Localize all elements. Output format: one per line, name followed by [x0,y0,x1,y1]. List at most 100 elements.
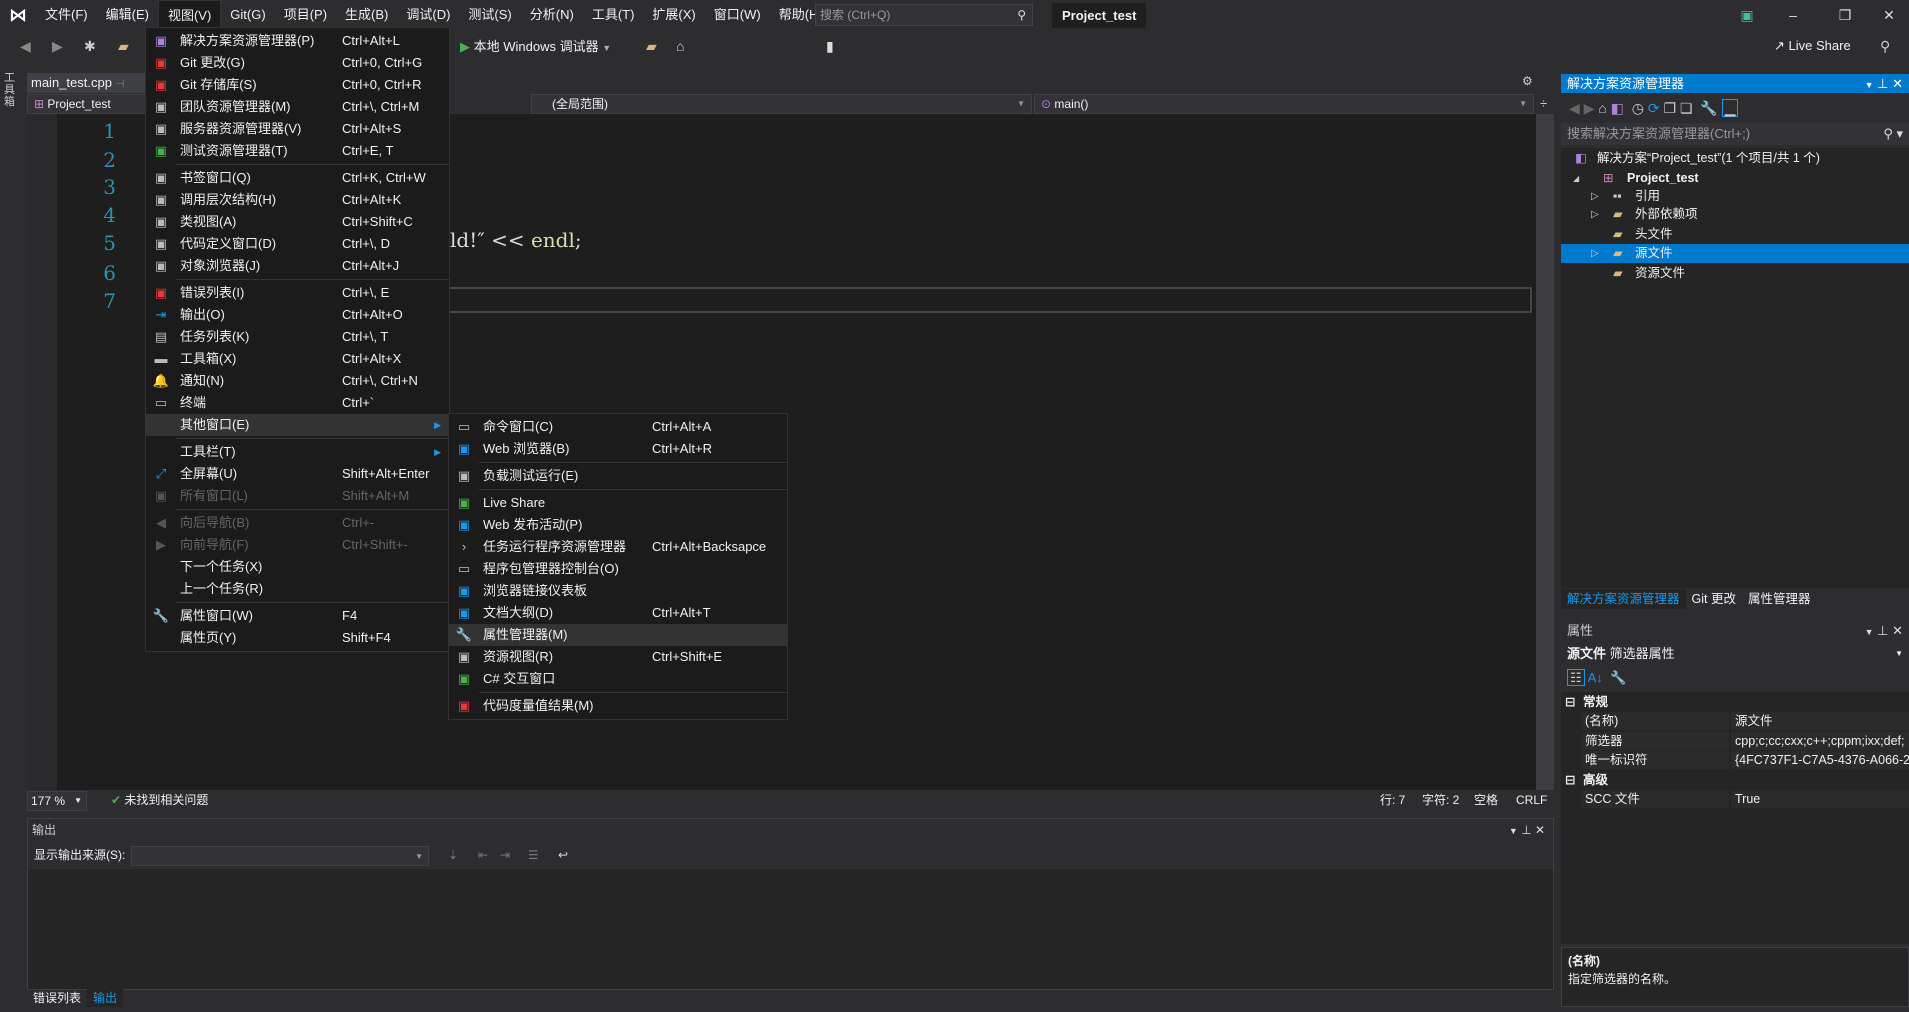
menu-item[interactable]: ▣ 浏览器链接仪表板 [449,580,787,602]
categorized-icon[interactable]: ☷ [1567,669,1585,686]
previous-message-icon[interactable]: ⇤ [478,841,488,869]
solution-explorer-search[interactable]: 搜索解决方案资源管理器(Ctrl+;) ⚲ ▾ [1561,123,1909,145]
spacing-indicator[interactable]: 空格 [1474,791,1498,809]
menu-item[interactable]: 下一个任务(X) [146,556,449,578]
property-category[interactable]: ⊟ 高级 [1561,771,1909,790]
menu-item[interactable]: ▣ Git 存储库(S) Ctrl+0, Ctrl+R [146,74,449,96]
menu-1[interactable]: 编辑(E) [97,0,158,30]
eol-indicator[interactable]: CRLF [1516,791,1547,809]
forward-icon[interactable]: ▶ [52,38,63,55]
pin-icon[interactable]: ⊣ [116,79,125,90]
menu-item[interactable]: ◀ 向后导航(B) Ctrl+- [146,512,449,534]
properties-wrench-icon[interactable]: 🔧 [1700,100,1717,116]
minimize-button[interactable]: – [1770,0,1816,30]
collapsed-arrow-icon[interactable]: ▷ [1591,187,1599,206]
menu-item[interactable]: ▣ 代码度量值结果(M) [449,695,787,717]
show-all-files-icon[interactable]: ❏ [1680,100,1693,116]
collapse-icon[interactable]: ⊟ [1565,693,1575,712]
menu-0[interactable]: 文件(F) [36,0,97,30]
menu-item[interactable]: ▣ 负载测试运行(E) [449,465,787,487]
menu-item[interactable]: ▣ 所有窗口(L) Shift+Alt+M [146,485,449,507]
tree-item[interactable]: ◧ 解决方案“Project_test”(1 个项目/共 1 个) [1561,149,1909,168]
property-row[interactable]: 唯一标识符 {4FC737F1-C7A5-4376-A066-2 [1561,751,1909,770]
pending-changes-icon[interactable]: ◷ [1632,100,1644,116]
tree-item[interactable]: ▷ ▰ 外部依赖项 [1561,205,1909,224]
new-project-icon[interactable]: ✱ [84,38,96,55]
menu-item[interactable]: ▣ Git 更改(G) Ctrl+0, Ctrl+G [146,52,449,74]
menu-item[interactable]: ▭ 程序包管理器控制台(O) [449,558,787,580]
property-value[interactable]: cpp;c;cc;cxx;c++;cppm;ixx;def; [1731,731,1909,750]
open-icon[interactable]: ▰ [118,38,129,55]
tab-error-list[interactable]: 错误列表 [27,989,87,1007]
menu-item[interactable]: ▭ 终端 Ctrl+` [146,392,449,414]
clear-all-icon[interactable]: ☰ [528,841,539,869]
menu-2[interactable]: 视图(V) [157,0,222,30]
menu-item[interactable]: ▤ 任务列表(K) Ctrl+\, T [146,326,449,348]
menu-item[interactable]: ▣ 书签窗口(Q) Ctrl+K, Ctrl+W [146,167,449,189]
property-pages-icon[interactable]: 🔧 [1610,670,1626,685]
switch-views-icon[interactable]: ◧ [1611,100,1624,116]
menu-item[interactable]: 其他窗口(E) ▶ [146,414,449,436]
menu-9[interactable]: 工具(T) [583,0,644,30]
expanded-arrow-icon[interactable]: ◢ [1573,169,1579,188]
property-value[interactable]: True [1731,790,1909,808]
property-value[interactable]: 源文件 [1731,712,1909,731]
browser-icon[interactable]: ⌂ [676,38,684,54]
collapsed-arrow-icon[interactable]: ▷ [1591,244,1599,263]
word-wrap-icon[interactable]: ↩ [558,841,568,869]
menu-11[interactable]: 窗口(W) [705,0,770,30]
close-button[interactable]: ✕ [1866,0,1909,30]
chevron-down-icon[interactable]: ▼ [1509,826,1518,836]
menu-item[interactable]: ▣ 解决方案资源管理器(P) Ctrl+Alt+L [146,30,449,52]
toolbox-side-tab[interactable]: 工具箱 [4,72,20,108]
tab-main-test-cpp[interactable]: main_test.cpp ⊣ [27,73,147,93]
menu-item[interactable]: ▶ 向前导航(F) Ctrl+Shift+- [146,534,449,556]
property-category[interactable]: ⊟ 常规 [1561,693,1909,712]
vertical-scrollbar[interactable] [1536,114,1554,790]
menu-item[interactable]: ▣ 资源视图(R) Ctrl+Shift+E [449,646,787,668]
menu-item[interactable]: ▣ 团队资源管理器(M) Ctrl+\, Ctrl+M [146,96,449,118]
close-icon[interactable]: ✕ [1892,76,1903,91]
menu-item[interactable]: 🔧 属性窗口(W) F4 [146,605,449,627]
scope-dropdown[interactable]: (全局范围) ▼ [531,94,1032,114]
menu-item[interactable]: 🔧 属性管理器(M) [449,624,787,646]
live-share-button[interactable]: ↗ Live Share [1774,38,1851,54]
tree-item[interactable]: ▰ 资源文件 [1561,264,1909,283]
menu-4[interactable]: 项目(P) [275,0,336,30]
properties-object-dropdown[interactable]: 源文件 筛选器属性 ▼ [1561,644,1909,664]
menu-item[interactable]: 工具栏(T) ▶ [146,441,449,463]
sync-icon[interactable]: ⟳ [1648,100,1660,116]
issues-indicator[interactable]: ✔ 未找到相关问题 [111,791,208,809]
pin-icon[interactable]: ⊥ [1877,623,1888,638]
zoom-dropdown[interactable]: 177 % ▼ [27,791,87,811]
collapse-icon[interactable]: ⊟ [1565,771,1575,790]
menu-6[interactable]: 调试(D) [397,0,459,30]
menu-item[interactable]: ▣ 调用层次结构(H) Ctrl+Alt+K [146,189,449,211]
menu-item[interactable]: › 任务运行程序资源管理器 Ctrl+Alt+Backsapce [449,536,787,558]
menu-item[interactable]: ▣ 服务器资源管理器(V) Ctrl+Alt+S [146,118,449,140]
tree-item[interactable]: ◢ ⊞ Project_test [1561,169,1909,188]
menu-3[interactable]: Git(G) [221,0,274,30]
goto-error-icon[interactable]: ⇣ [448,841,458,869]
forward-icon[interactable]: ▶ [1584,100,1595,116]
bookmark-icon[interactable]: ▮ [826,38,834,55]
menu-item[interactable]: ▣ Live Share [449,492,787,514]
property-row[interactable]: 筛选器 cpp;c;cc;cxx;c++;cppm;ixx;def; [1561,731,1909,751]
tree-item[interactable]: ▷ ▪▪ 引用 [1561,187,1909,206]
menu-item[interactable]: ▣ 错误列表(I) Ctrl+\, E [146,282,449,304]
menu-item[interactable]: ▣ 对象浏览器(J) Ctrl+Alt+J [146,255,449,277]
preview-selected-icon[interactable]: ▁ [1721,99,1739,117]
close-icon[interactable]: ✕ [1892,623,1903,638]
start-debug-button[interactable]: ▶ 本地 Windows 调试器 ▼ [460,36,611,59]
menu-item[interactable]: ▬ 工具箱(X) Ctrl+Alt+X [146,348,449,370]
member-dropdown[interactable]: ⊙ main() ▼ [1034,94,1534,114]
tab-git-changes[interactable]: Git 更改 [1686,589,1742,609]
menu-item[interactable]: 上一个任务(R) [146,578,449,600]
menu-item[interactable]: 🔔 通知(N) Ctrl+\, Ctrl+N [146,370,449,392]
property-value[interactable]: {4FC737F1-C7A5-4376-A066-2 [1731,751,1909,770]
menu-item[interactable]: 属性页(Y) Shift+F4 [146,627,449,649]
pin-icon[interactable]: ⊥ [1521,823,1531,837]
chevron-down-icon[interactable]: ▼ [1865,627,1874,637]
tab-output[interactable]: 输出 [87,989,124,1007]
output-source-dropdown[interactable]: ▼ [131,846,429,866]
